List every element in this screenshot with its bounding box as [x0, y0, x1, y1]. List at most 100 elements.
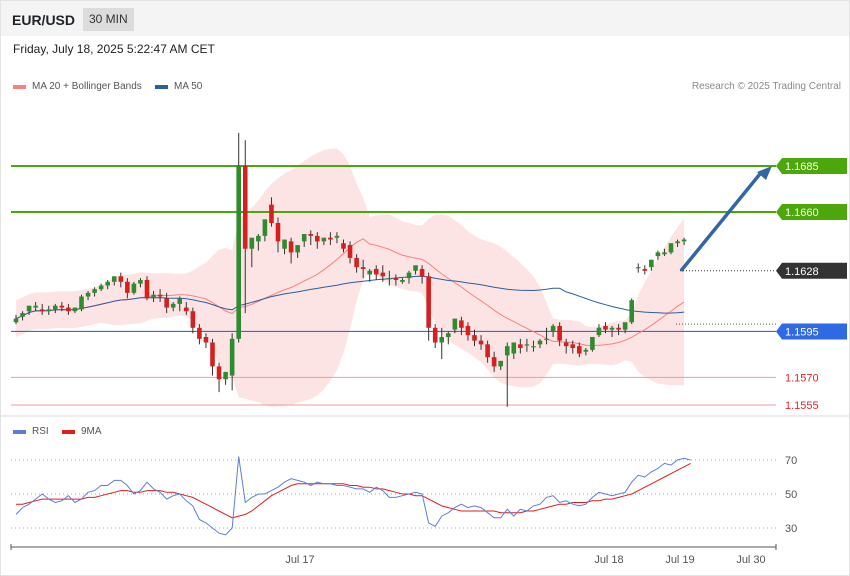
level-label-1.1628: 1.1628	[785, 266, 819, 278]
rsi-tick-label: 50	[785, 489, 797, 501]
candle	[216, 362, 222, 393]
candle-body	[511, 342, 517, 354]
level-label-1.1555: 1.1555	[785, 400, 819, 412]
candle-body	[537, 340, 543, 345]
candle-body	[649, 259, 654, 268]
candle-body	[262, 219, 268, 236]
candle-body	[334, 235, 340, 238]
candle-body	[393, 278, 399, 280]
rsi-ma-line	[16, 462, 691, 519]
x-tick-label: Jul 19	[665, 554, 694, 566]
candle-body	[609, 327, 615, 330]
candle-body	[144, 279, 150, 299]
candle-body	[164, 298, 169, 308]
candle-body	[275, 222, 281, 242]
rsi-tick-label: 70	[785, 455, 797, 467]
candle-body	[20, 313, 25, 317]
candle-body	[13, 318, 19, 323]
rsi-line	[15, 456, 691, 536]
candle-body	[373, 268, 379, 275]
forecast-arrow-head	[757, 166, 772, 180]
candle-body	[223, 371, 228, 380]
price-chart-svg: 1.1685 1.1660 1.1628 1.1595 1.1570 1.1555 70 50…	[1, 132, 849, 566]
candle-body	[518, 344, 523, 349]
candle-body	[157, 294, 163, 297]
candle-body	[662, 252, 667, 255]
candle	[229, 333, 235, 391]
candle-body	[681, 239, 687, 242]
candle-body	[400, 279, 405, 282]
candle-body	[360, 267, 366, 269]
level-label-1.1685: 1.1685	[785, 161, 819, 173]
candle	[210, 338, 215, 376]
candle	[190, 307, 196, 334]
candle-body	[563, 342, 569, 347]
candle-body	[413, 265, 418, 271]
candle-body	[570, 344, 576, 349]
candle-body	[295, 245, 300, 253]
candle-body	[321, 237, 327, 242]
candle	[131, 281, 137, 295]
candle-body	[256, 235, 261, 242]
candle-body	[242, 166, 248, 249]
candle-body	[216, 366, 222, 380]
candle-body	[498, 360, 503, 367]
candle	[426, 272, 431, 341]
candle-body	[26, 305, 32, 312]
candle-body	[197, 327, 202, 339]
candle-body	[622, 322, 628, 330]
candle-body	[347, 245, 353, 258]
candle-body	[85, 292, 91, 297]
candle-body	[426, 276, 431, 328]
rsi-tick-label: 30	[785, 523, 797, 535]
candle-body	[53, 305, 58, 310]
candle-body	[131, 283, 137, 293]
candle-body	[491, 357, 497, 367]
candle-body	[439, 336, 445, 343]
candle-body	[459, 320, 464, 328]
candle-body	[328, 237, 333, 240]
candle-body	[138, 279, 143, 284]
candle-body	[308, 234, 314, 236]
candle-body	[354, 257, 359, 268]
candle-body	[72, 307, 78, 312]
candle-body	[151, 294, 156, 299]
candle-body	[524, 344, 530, 346]
candle-body	[282, 239, 287, 249]
candle-body	[452, 318, 458, 330]
candle-body	[629, 300, 634, 323]
candle-body	[406, 272, 412, 279]
candle	[432, 324, 438, 349]
candle-body	[111, 276, 117, 282]
level-label-1.1660: 1.1660	[785, 207, 819, 219]
candle-body	[249, 237, 255, 249]
candle-body	[203, 336, 209, 343]
candle	[642, 265, 648, 275]
candle-body	[557, 325, 562, 341]
candle-body	[59, 305, 65, 308]
candle-body	[596, 327, 602, 336]
candle-body	[46, 309, 52, 312]
candle-body	[675, 241, 680, 244]
candle-body	[315, 235, 320, 242]
candle-body	[288, 241, 294, 253]
candle-body	[616, 327, 621, 330]
x-tick-label: Jul 18	[594, 554, 623, 566]
candle-body	[98, 285, 104, 290]
candle-body	[387, 278, 392, 280]
candle-body	[301, 234, 307, 242]
candle-body	[92, 289, 97, 293]
candle-body	[590, 336, 595, 350]
candle-body	[446, 333, 451, 337]
forecast-arrow-shaft	[679, 170, 764, 272]
candle-body	[635, 267, 641, 269]
candle-body	[504, 346, 510, 356]
candle-body	[190, 311, 196, 328]
candle	[79, 294, 84, 312]
candle-body	[229, 338, 235, 376]
candle-body	[125, 281, 130, 293]
candle-body	[269, 204, 274, 223]
candle-body	[177, 298, 183, 304]
level-label-1.1595: 1.1595	[785, 326, 819, 338]
candle-body	[642, 268, 648, 271]
